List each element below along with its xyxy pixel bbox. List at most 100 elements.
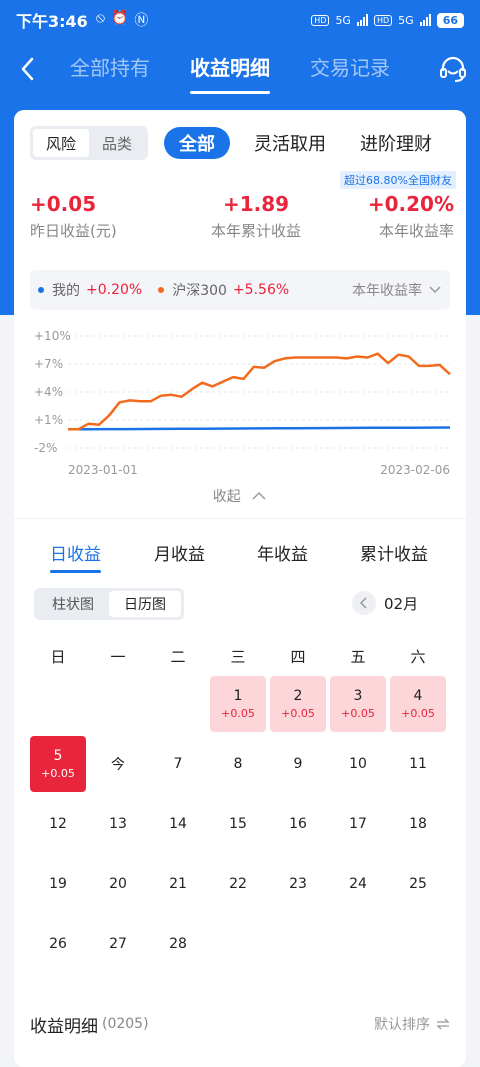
metric-selector[interactable]: 本年收益率 <box>352 280 442 300</box>
calendar-day[interactable]: 26 <box>30 916 86 972</box>
chevron-left-icon <box>359 597 367 609</box>
calendar-day[interactable]: 22 <box>210 856 266 912</box>
day-number: 1 <box>233 688 243 704</box>
calendar-day[interactable]: 1 +0.05 <box>210 676 266 732</box>
section-divider <box>14 518 466 519</box>
calendar-day[interactable]: 21 <box>150 856 206 912</box>
tab-yearly-profit[interactable]: 年收益 <box>257 540 308 565</box>
calendar-day[interactable]: 18 <box>390 796 446 852</box>
calendar-day[interactable]: 3 +0.05 <box>330 676 386 732</box>
stat-value: +1.89 <box>222 192 290 216</box>
month-label: 02月 <box>384 594 419 613</box>
calendar-day[interactable]: 24 <box>330 856 386 912</box>
calendar-day[interactable]: 9 <box>270 736 326 792</box>
filter-risk[interactable]: 风险 <box>33 129 89 157</box>
metric-label: 本年收益率 <box>352 283 422 299</box>
swap-icon <box>436 1018 450 1030</box>
day-number: 27 <box>109 936 127 952</box>
day-number: 13 <box>109 816 127 832</box>
day-number: 2 <box>293 688 303 704</box>
tab-monthly-profit[interactable]: 月收益 <box>154 540 205 565</box>
day-number: 18 <box>409 816 427 832</box>
detail-title: 收益明细 <box>30 1016 98 1037</box>
top-nav: 全部持有 收益明细 交易记录 <box>0 42 480 98</box>
category-all[interactable]: 全部 <box>164 127 230 159</box>
battery-icon: 66 <box>436 12 464 28</box>
calendar-day[interactable]: 17 <box>330 796 386 852</box>
calendar-day[interactable]: 25 <box>390 856 446 912</box>
calendar-day[interactable]: 23 <box>270 856 326 912</box>
day-number: 16 <box>289 816 307 832</box>
calendar-day[interactable]: 4 +0.05 <box>390 676 446 732</box>
day-number: 17 <box>349 816 367 832</box>
calendar-day[interactable]: 今 <box>90 736 146 792</box>
y-tick-label: +10% <box>34 329 71 343</box>
status-bar: 下午3:46 ⦸ ⏰ Ⓝ HD 5G HD 5G 66 <box>0 0 480 40</box>
status-time: 下午3:46 <box>16 12 88 31</box>
day-number: 4 <box>413 688 423 704</box>
tab-all-holdings[interactable]: 全部持有 <box>70 52 150 88</box>
calendar-day[interactable]: 13 <box>90 796 146 852</box>
back-arrow-icon[interactable] <box>14 54 44 84</box>
day-number: 23 <box>289 876 307 892</box>
status-left-icons: ⦸ ⏰ Ⓝ <box>96 10 149 30</box>
stat-value: +0.20% <box>367 192 454 216</box>
category-advanced[interactable]: 进阶理财 <box>360 130 432 156</box>
y-tick-label: +7% <box>34 357 63 371</box>
month-selector: 02月 <box>352 591 418 615</box>
network-type: 5G <box>335 13 351 27</box>
day-number: 26 <box>49 936 67 952</box>
collapse-button[interactable]: 收起 <box>14 486 466 506</box>
legend-bench-value: +5.56% <box>232 282 290 298</box>
sort-button[interactable]: 默认排序 <box>374 1014 450 1034</box>
stat-label: 本年累计收益 <box>210 222 301 240</box>
day-number: 19 <box>49 876 67 892</box>
calendar-day[interactable]: 27 <box>90 916 146 972</box>
view-calendar[interactable]: 日历图 <box>109 591 181 617</box>
calendar-day[interactable]: 10 <box>330 736 386 792</box>
beat-badge: 超过68.80%全国财友 <box>340 171 456 189</box>
calendar-day[interactable]: 8 <box>210 736 266 792</box>
calendar-day[interactable]: 19 <box>30 856 86 912</box>
day-number: 8 <box>233 756 243 772</box>
calendar-day[interactable]: 11 <box>390 736 446 792</box>
calendar-day[interactable]: 20 <box>90 856 146 912</box>
hd-badge: HD <box>373 14 393 26</box>
calendar-day[interactable]: 7 <box>150 736 206 792</box>
chevron-down-icon <box>429 286 441 294</box>
tab-daily-profit[interactable]: 日收益 <box>50 540 101 573</box>
calendar-day[interactable]: 12 <box>30 796 86 852</box>
stat-value: +0.05 <box>30 192 97 216</box>
tab-profit-detail[interactable]: 收益明细 <box>190 52 270 94</box>
chevron-up-icon <box>252 491 266 500</box>
calendar-day[interactable]: 5 +0.05 <box>30 736 86 792</box>
nav-tabs: 全部持有 收益明细 交易记录 <box>70 52 390 94</box>
category-flexible[interactable]: 灵活取用 <box>254 130 326 156</box>
view-toggle: 柱状图 日历图 <box>34 588 184 620</box>
tab-cumulative-profit[interactable]: 累计收益 <box>360 540 428 565</box>
day-number: 14 <box>169 816 187 832</box>
filter-category[interactable]: 品类 <box>89 129 145 157</box>
filter-row: 风险 品类 全部 灵活取用 进阶理财 <box>30 126 460 160</box>
calendar-day[interactable]: 28 <box>150 916 206 972</box>
tab-trade-records[interactable]: 交易记录 <box>310 52 390 88</box>
dnd-icon: ⦸ <box>95 10 105 26</box>
chart-legend: 我的 +0.20% 沪深300 +5.56% 本年收益率 <box>30 270 450 310</box>
day-number: 22 <box>229 876 247 892</box>
calendar-day[interactable]: 14 <box>150 796 206 852</box>
calendar-day[interactable]: 2 +0.05 <box>270 676 326 732</box>
weekday-label: 日 <box>50 648 66 666</box>
legend-mine-label: 我的 <box>52 283 80 299</box>
stat-label: 本年收益率 <box>378 222 454 240</box>
day-number: 28 <box>169 936 187 952</box>
day-profit: +0.05 <box>221 707 255 720</box>
period-tabs: 日收益 月收益 年收益 累计收益 <box>30 540 450 573</box>
calendar-day[interactable]: 16 <box>270 796 326 852</box>
customer-service-icon[interactable] <box>438 54 468 84</box>
prev-month-button[interactable] <box>352 591 376 615</box>
legend-dot-mine <box>38 287 44 293</box>
series-line <box>67 426 451 431</box>
day-profit: +0.05 <box>341 707 375 720</box>
calendar-day[interactable]: 15 <box>210 796 266 852</box>
view-bar-chart[interactable]: 柱状图 <box>37 591 109 617</box>
